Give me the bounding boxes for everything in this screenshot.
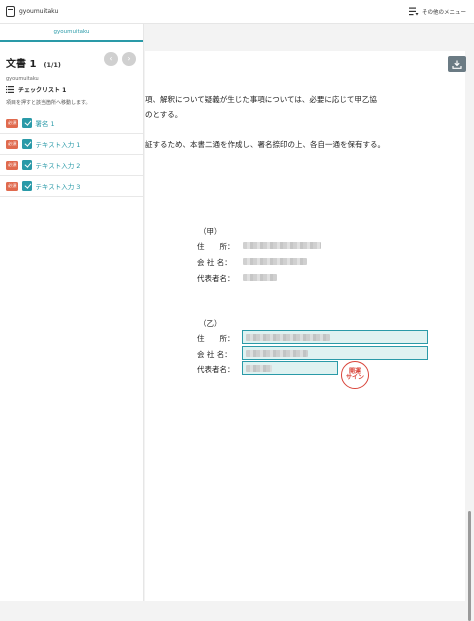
checklist-title: チェックリスト 1 — [18, 87, 67, 94]
tab-document[interactable]: gyoumuitaku — [0, 24, 143, 42]
party-a-rep-label: 代表者名： — [197, 274, 235, 283]
checklist-items: 必須 署名 1 必須 テキスト入力 1 必須 テキスト入力 2 必須 テキスト入… — [0, 113, 143, 197]
document-page: 項、解釈について疑義が生じた事項については、必要に応じて甲乙協 のとする。 証す… — [145, 51, 465, 601]
doc-count: (1/1) — [43, 61, 61, 69]
text-input-field-3[interactable] — [242, 361, 338, 375]
doc-subtitle: gyoumuitaku — [6, 76, 39, 82]
checkbox-checked-icon — [22, 118, 33, 128]
checkbox-checked-icon — [22, 139, 33, 149]
field-value-redacted — [246, 365, 272, 372]
checklist-item-label: テキスト入力 1 — [35, 141, 81, 149]
party-b-rep-label: 代表者名： — [197, 365, 235, 374]
party-a-company-label: 会 社 名： — [197, 258, 232, 267]
checkbox-checked-icon — [22, 181, 33, 191]
party-b-address-label: 住 所： — [197, 334, 235, 343]
checklist-header: チェックリスト 1 — [6, 85, 143, 94]
prev-document-button[interactable]: ‹ — [104, 52, 118, 66]
doc-title: 文書 1 — [6, 59, 37, 70]
checklist-item-text-input-1[interactable]: 必須 テキスト入力 1 — [0, 134, 143, 155]
field-value-redacted — [246, 350, 308, 357]
body-text-line: 証するため、本書二通を作成し、署名捺印の上、各自一通を保有する。 — [145, 140, 385, 149]
party-a-address-label: 住 所： — [197, 242, 235, 251]
brand[interactable]: gyoumuitaku — [6, 6, 58, 17]
chevron-right-icon: › — [127, 54, 131, 63]
required-badge: 必須 — [6, 139, 19, 149]
signature-stamp[interactable]: 開運 サイン — [341, 361, 369, 389]
checklist-item-text-input-2[interactable]: 必須 テキスト入力 2 — [0, 155, 143, 176]
required-badge: 必須 — [6, 160, 19, 170]
sidebar: gyoumuitaku 文書 1 (1/1) gyoumuitaku ‹ › チ… — [0, 24, 144, 601]
field-value-redacted — [246, 334, 330, 341]
other-menu-button[interactable]: その他のメニュー — [408, 7, 466, 16]
other-menu-label: その他のメニュー — [421, 9, 466, 16]
checklist-item-signature-1[interactable]: 必須 署名 1 — [0, 113, 143, 134]
party-a-company-redacted — [243, 258, 307, 265]
party-a-address-redacted — [243, 242, 321, 249]
checklist-item-text-input-3[interactable]: 必須 テキスト入力 3 — [0, 176, 143, 197]
brand-name: gyoumuitaku — [19, 8, 59, 15]
checklist-item-label: 署名 1 — [35, 120, 55, 128]
party-a-label: （甲） — [199, 227, 222, 236]
document-viewer: 項、解釈について疑義が生じた事項については、必要に応じて甲乙協 のとする。 証す… — [145, 24, 474, 621]
body-text-line: のとする。 — [145, 110, 183, 119]
required-badge: 必須 — [6, 181, 19, 191]
checklist-description: 項目を押すと該当箇所へ移動します。 — [6, 100, 91, 106]
next-document-button[interactable]: › — [122, 52, 136, 66]
required-badge: 必須 — [6, 118, 19, 128]
text-input-field-1[interactable] — [242, 330, 428, 344]
stamp-text: サイン — [345, 374, 364, 381]
checklist-item-label: テキスト入力 2 — [35, 162, 81, 170]
document-icon — [6, 6, 15, 17]
download-button[interactable] — [448, 56, 466, 72]
chevron-left-icon: ‹ — [109, 54, 113, 63]
text-input-field-2[interactable] — [242, 346, 428, 360]
checklist-item-label: テキスト入力 3 — [35, 183, 81, 191]
menu-icon — [408, 7, 419, 16]
top-bar: gyoumuitaku その他のメニュー — [0, 0, 474, 24]
scrollbar-thumb[interactable] — [468, 511, 471, 621]
download-icon — [452, 60, 462, 69]
checkbox-checked-icon — [22, 160, 33, 170]
list-icon — [6, 86, 14, 93]
party-b-label: （乙） — [199, 319, 222, 328]
party-a-rep-redacted — [243, 274, 277, 281]
doc-header: 文書 1 (1/1) gyoumuitaku ‹ › — [0, 42, 143, 82]
body-text-line: 項、解釈について疑義が生じた事項については、必要に応じて甲乙協 — [145, 95, 377, 104]
party-b-company-label: 会 社 名： — [197, 350, 232, 359]
